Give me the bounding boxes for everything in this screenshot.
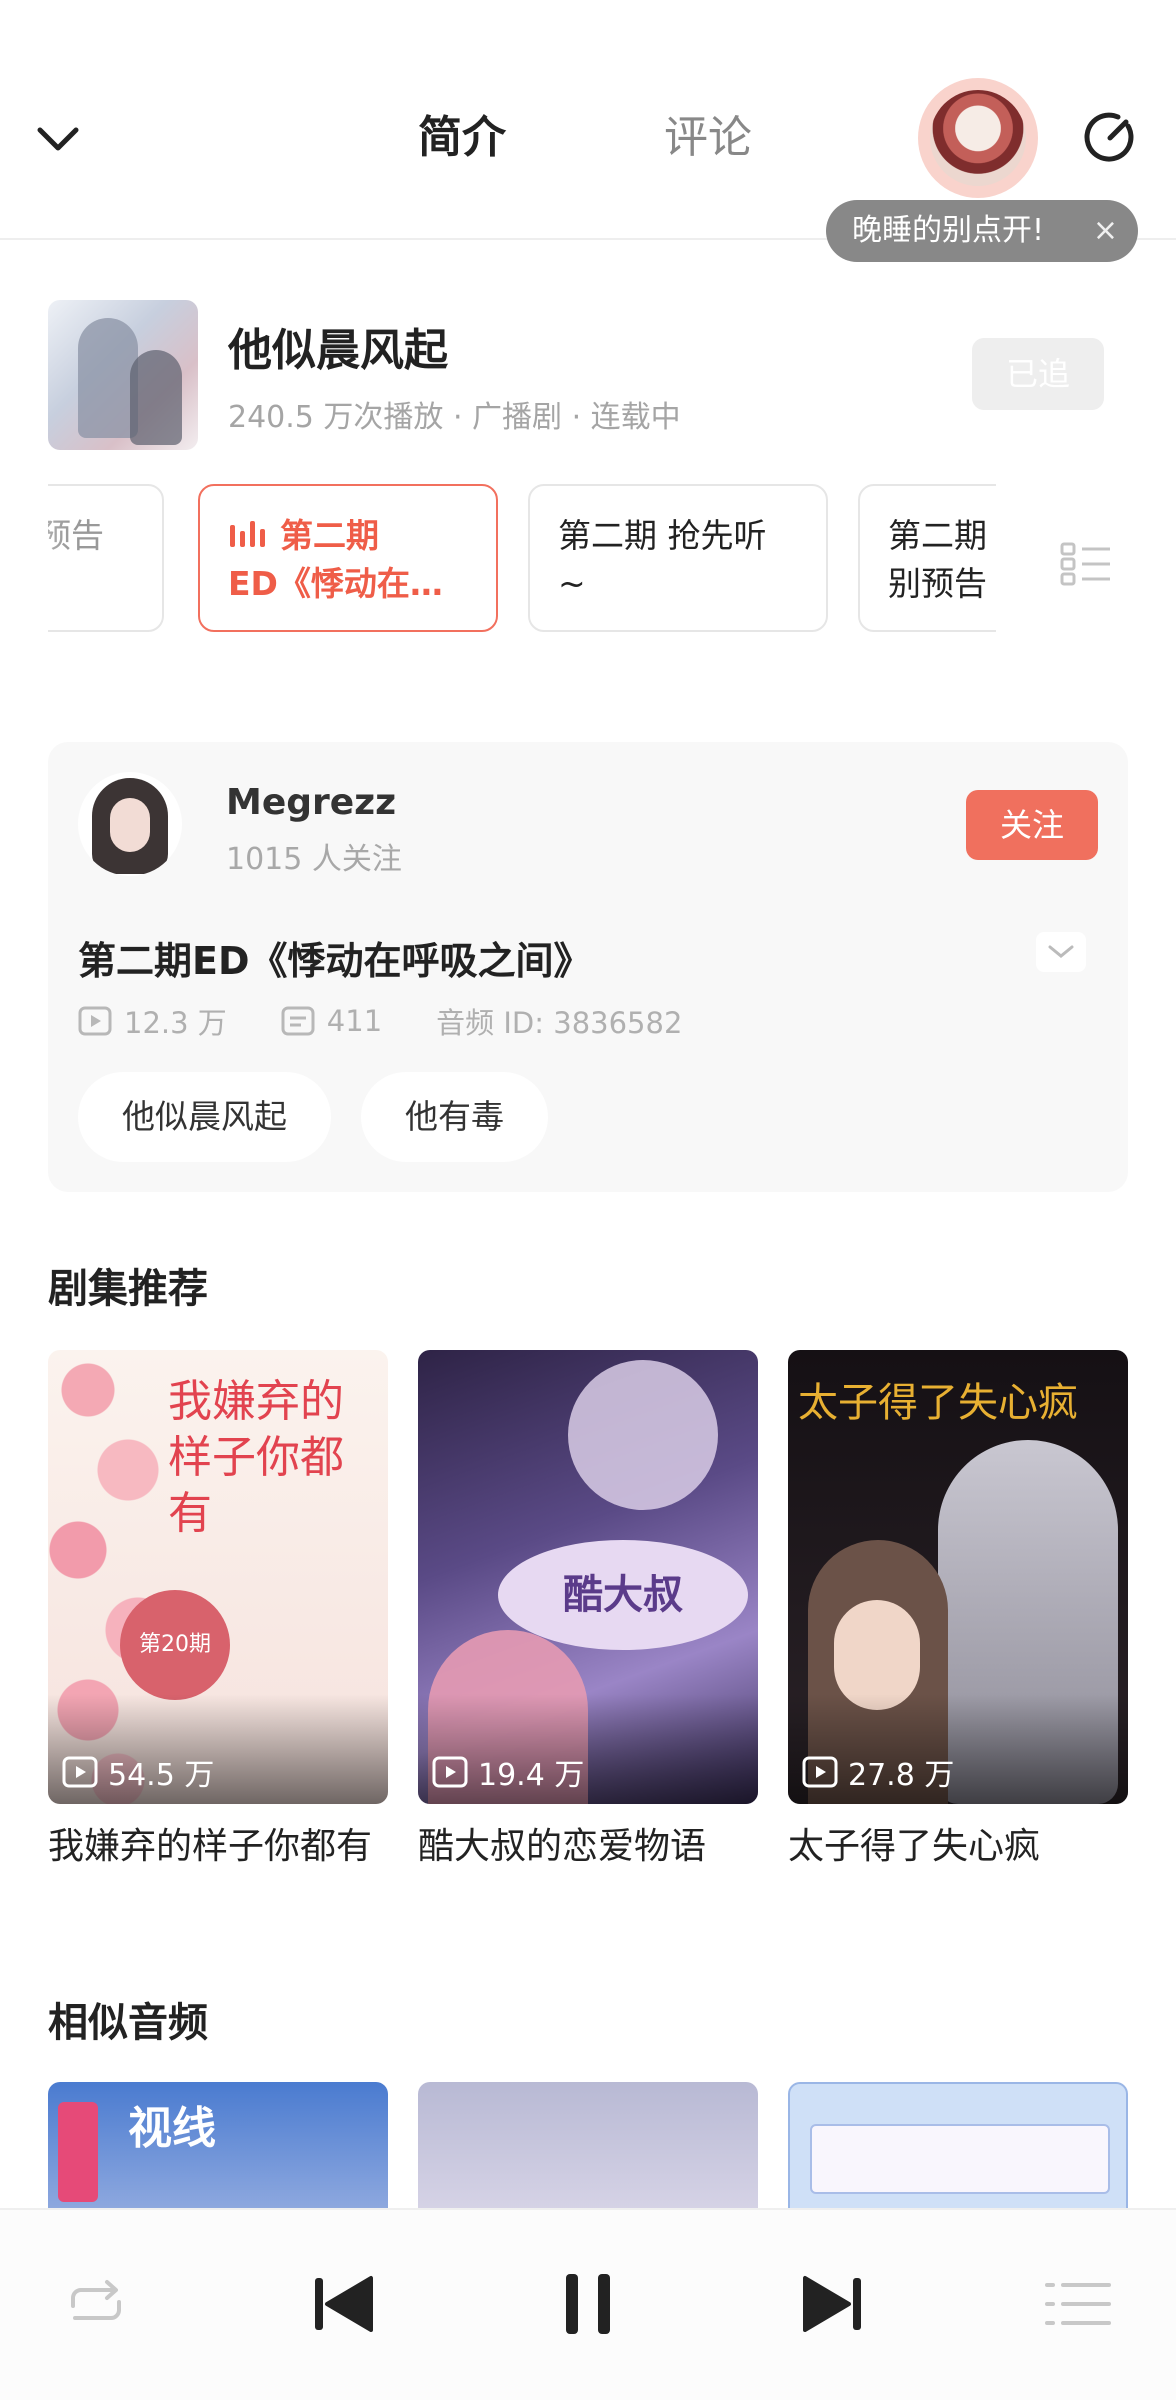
timer-icon	[1084, 112, 1134, 162]
chevron-down-icon	[37, 127, 79, 151]
drama-meta: 240.5 万次播放 · 广播剧 · 连载中	[228, 400, 681, 435]
avatar-face	[110, 798, 150, 852]
tab-comments-label: 评论	[664, 112, 752, 163]
pause-icon	[566, 2274, 610, 2334]
play-count-icon	[62, 1756, 98, 1788]
sleep-timer-button[interactable]	[1080, 108, 1140, 168]
collapse-button[interactable]	[30, 112, 86, 168]
episode-card[interactable]: 第二期 别预告	[858, 484, 996, 632]
followed-button[interactable]: 已追	[972, 338, 1104, 410]
cover-badge: 第20期	[120, 1590, 230, 1700]
audio-stats: 12.3 万 411 音频 ID: 3836582	[78, 1000, 736, 1042]
cover-art	[58, 2102, 98, 2202]
author-name[interactable]: Megrezz	[226, 782, 396, 823]
episode-strip[interactable]: 预告 第二期 ED《悸动在… 第二期 抢先听 ~ 第二期 别预告	[48, 484, 996, 632]
play-count-icon	[802, 1756, 838, 1788]
author-avatar[interactable]	[78, 772, 182, 876]
similar-card[interactable]	[418, 2082, 758, 2212]
episode-line1: 第二期	[888, 516, 987, 555]
tag-list: 他似晨风起 他有毒	[78, 1072, 578, 1162]
cover-title-art: 我嫌弃的样子你都有	[168, 1376, 344, 1539]
previous-button[interactable]	[300, 2262, 384, 2346]
follow-button[interactable]: 关注	[966, 790, 1098, 860]
episode-line2: ~	[558, 564, 586, 603]
cover-title-art: 酷大叔	[498, 1540, 748, 1650]
sleep-tooltip: 晚睡的别点开! ×	[826, 200, 1138, 262]
recommend-cover: 太子得了失心疯 27.8 万	[788, 1350, 1128, 1804]
recommend-title: 太子得了失心疯	[788, 1826, 1041, 1867]
recommend-title: 酷大叔的恋爱物语	[418, 1826, 707, 1867]
similar-card[interactable]	[788, 2082, 1128, 2212]
similar-card[interactable]: 视线	[48, 2082, 388, 2212]
tag-chip[interactable]: 他有毒	[361, 1072, 548, 1162]
audio-id-value: 音频 ID: 3836582	[436, 1006, 683, 1040]
play-count-icon	[78, 1006, 112, 1036]
drama-cover[interactable]	[48, 300, 198, 450]
cover-art	[568, 1360, 718, 1510]
strip-fade	[48, 486, 70, 630]
tab-comments[interactable]: 评论	[664, 108, 752, 168]
recommend-plays-value: 54.5 万	[108, 1758, 215, 1793]
author-followers: 1015 人关注	[226, 842, 402, 877]
repeat-icon	[71, 2280, 121, 2320]
expand-button[interactable]	[1036, 932, 1086, 972]
recommend-plays-value: 19.4 万	[478, 1758, 585, 1793]
recommend-card[interactable]: 酷大叔 19.4 万 酷大叔的恋爱物语	[418, 1350, 758, 1872]
cover-figure	[130, 350, 182, 445]
similar-section-title: 相似音频	[48, 2000, 208, 2046]
recommend-cover: 酷大叔 19.4 万	[418, 1350, 758, 1804]
play-count-icon	[432, 1756, 468, 1788]
tab-intro[interactable]: 简介	[410, 108, 514, 176]
user-avatar-button[interactable]	[918, 78, 1038, 198]
recommend-title: 我嫌弃的样子你都有	[48, 1826, 373, 1867]
episode-line2: ED《悸动在…	[228, 564, 443, 603]
tab-active-indicator	[410, 162, 514, 176]
cover-figure	[78, 318, 138, 438]
recommend-plays: 54.5 万	[62, 1750, 214, 1794]
danmaku-count: 411	[281, 1004, 382, 1038]
danmaku-count-value: 411	[326, 1004, 383, 1038]
tooltip-text: 晚睡的别点开!	[852, 213, 1045, 248]
episode-card[interactable]: 第二期 抢先听 ~	[528, 484, 828, 632]
playlist-button[interactable]	[1036, 2262, 1120, 2346]
audio-title: 第二期ED《悸动在呼吸之间》	[78, 939, 592, 983]
episode-card[interactable]: 预告	[48, 484, 164, 632]
playlist-icon	[1045, 2283, 1111, 2325]
episode-card-playing[interactable]: 第二期 ED《悸动在…	[198, 484, 498, 632]
pause-button[interactable]	[546, 2262, 630, 2346]
cover-art	[810, 2124, 1110, 2194]
next-button[interactable]	[792, 2262, 876, 2346]
recommend-card[interactable]: 太子得了失心疯 27.8 万 太子得了失心疯	[788, 1350, 1128, 1872]
play-count-value: 12.3 万	[124, 1006, 227, 1040]
list-icon	[1060, 542, 1110, 586]
recommend-plays: 19.4 万	[432, 1750, 584, 1794]
skip-next-icon	[803, 2276, 861, 2332]
drama-title[interactable]: 他似晨风起	[228, 314, 448, 378]
avatar	[930, 90, 1026, 186]
play-count: 12.3 万	[78, 1000, 227, 1042]
audio-info-card: Megrezz 1015 人关注 关注 第二期ED《悸动在呼吸之间》 12.3 …	[48, 742, 1128, 1192]
episode-line1: 第二期	[280, 516, 379, 555]
recommend-plays-value: 27.8 万	[848, 1758, 955, 1793]
recommend-section-title: 剧集推荐	[48, 1266, 208, 1312]
sound-wave-icon	[230, 521, 265, 547]
chevron-down-icon	[1048, 945, 1074, 958]
episode-line2: 别预告	[888, 564, 987, 603]
cover-title-art: 太子得了失心疯	[798, 1380, 1078, 1426]
episode-list-button[interactable]	[1058, 536, 1114, 592]
tag-chip[interactable]: 他似晨风起	[78, 1072, 331, 1162]
audio-id: 音频 ID: 3836582	[436, 1000, 682, 1042]
recommend-card[interactable]: 我嫌弃的样子你都有 第20期 54.5 万 我嫌弃的样子你都有	[48, 1350, 388, 1872]
danmaku-icon	[281, 1006, 315, 1036]
player-controls	[0, 2208, 1176, 2400]
tooltip-close-icon[interactable]: ×	[1093, 200, 1118, 262]
recommend-plays: 27.8 万	[802, 1750, 954, 1794]
recommend-cover: 我嫌弃的样子你都有 第20期 54.5 万	[48, 1350, 388, 1804]
tab-intro-label: 简介	[418, 112, 506, 163]
repeat-button[interactable]	[54, 2262, 138, 2346]
skip-previous-icon	[315, 2276, 373, 2332]
episode-line1: 第二期 抢先听	[558, 516, 767, 555]
cover-title-art: 视线	[128, 2103, 216, 2154]
